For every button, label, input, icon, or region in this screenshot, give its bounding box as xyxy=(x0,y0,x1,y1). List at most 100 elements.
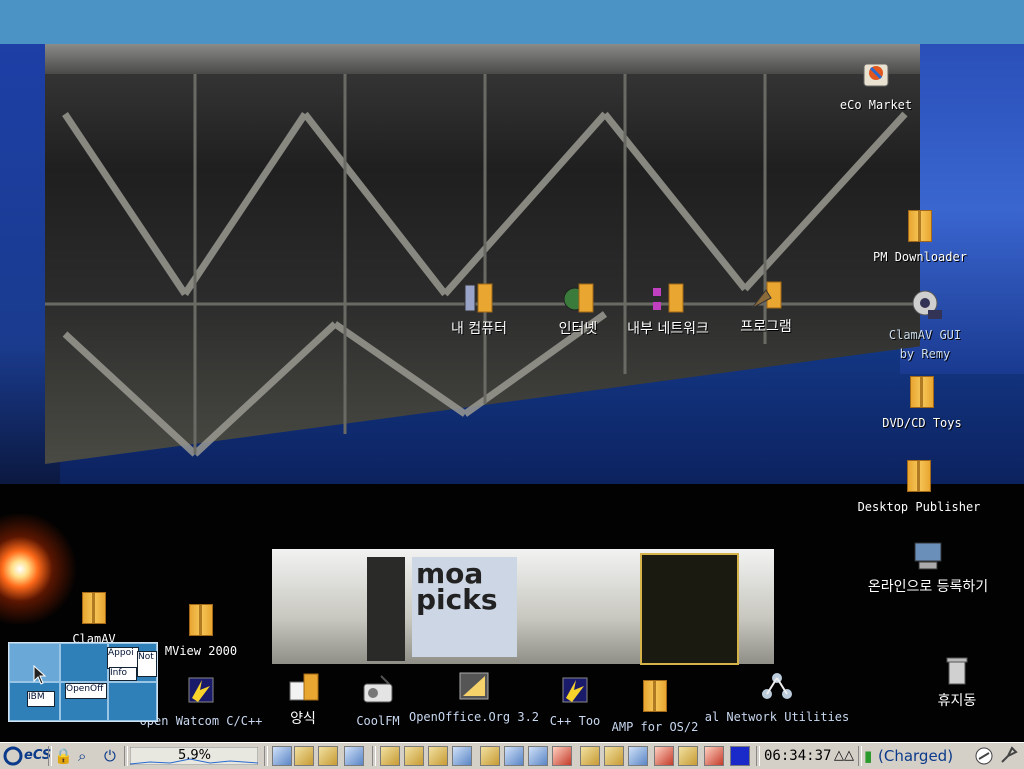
network-status-icon[interactable] xyxy=(974,746,994,766)
openoffice-glyph-icon xyxy=(459,672,489,700)
taskbar-separator xyxy=(858,746,862,766)
task-11-icon[interactable] xyxy=(628,746,648,766)
cpp-tools-glyph-icon xyxy=(562,677,588,703)
radio-icon xyxy=(363,675,393,703)
task-7-icon[interactable] xyxy=(528,746,548,766)
taskbar-separator xyxy=(264,746,268,766)
clamav-icon[interactable]: ClamAV xyxy=(56,592,132,649)
trash-icon[interactable]: 휴지동 xyxy=(926,654,988,711)
desktop[interactable]: moa picks eCo Market PM Downloader ClamA… xyxy=(0,44,1024,742)
pager-desktop-2[interactable] xyxy=(59,643,109,683)
cpp-tools-label: C++ Too xyxy=(549,714,601,728)
programs-icon[interactable]: 프로그램 xyxy=(732,280,800,337)
templates-glyph-icon xyxy=(289,673,319,701)
mview-icon[interactable]: MView 2000 xyxy=(156,604,246,661)
pager-window-openoff[interactable]: OpenOff xyxy=(65,683,107,699)
lock-icon[interactable]: 🔒 xyxy=(54,745,73,767)
task-13-icon[interactable] xyxy=(678,746,698,766)
clamav-gui-label: ClamAV GUI xyxy=(888,328,962,342)
taskbar-separator xyxy=(124,746,128,766)
task-1-icon[interactable] xyxy=(380,746,400,766)
pm-downloader-icon[interactable]: PM Downloader xyxy=(862,210,978,267)
cpp-tools-icon[interactable]: C++ Too xyxy=(544,674,606,731)
alarm-icon[interactable]: △△ xyxy=(834,745,854,767)
pin-icon[interactable] xyxy=(998,746,1018,766)
gallery-wall xyxy=(367,557,405,661)
gallery-door xyxy=(640,553,739,665)
pager-desktop-6[interactable] xyxy=(107,681,157,721)
task-15-icon[interactable] xyxy=(730,746,750,766)
templates-icon[interactable]: 양식 xyxy=(278,672,328,729)
computer-icon xyxy=(914,542,942,570)
desktop-publisher-label: Desktop Publisher xyxy=(857,500,981,514)
amp-folder-icon xyxy=(643,680,667,712)
dvd-cd-toys-folder-icon xyxy=(910,376,934,408)
programs-label: 프로그램 xyxy=(740,319,792,335)
clamav-folder-icon xyxy=(82,592,106,624)
pager-window-info[interactable]: Info xyxy=(109,667,137,681)
taskbar-separator xyxy=(48,746,52,766)
taskbar-separator xyxy=(756,746,760,766)
trash-label: 휴지동 xyxy=(937,693,977,709)
dvd-cd-toys-icon[interactable]: DVD/CD Toys xyxy=(876,376,968,433)
eco-market-icon[interactable]: eCo Market xyxy=(836,58,916,115)
dvd-cd-toys-label: DVD/CD Toys xyxy=(882,416,962,430)
coolfm-icon[interactable]: CoolFM xyxy=(352,674,404,731)
wallpaper-roof xyxy=(45,44,920,74)
eco-market-label: eCo Market xyxy=(839,98,913,112)
cpu-usage: 5.9% xyxy=(178,748,212,763)
network-icon xyxy=(653,283,684,313)
pm-downloader-folder-icon xyxy=(908,210,932,242)
register-online-label: 온라인으로 등록하기 xyxy=(867,579,989,595)
task-8-icon[interactable] xyxy=(552,746,572,766)
clamav-gui-icon[interactable]: ClamAV GUI by Remy xyxy=(884,288,966,364)
mview-label: MView 2000 xyxy=(164,644,238,658)
task-12-icon[interactable] xyxy=(654,746,674,766)
launch-app-1-icon[interactable] xyxy=(294,746,314,766)
local-network-label: 내부 네트워크 xyxy=(627,321,709,337)
poster-text-2: picks xyxy=(416,583,498,616)
amp-icon[interactable]: AMP for OS/2 xyxy=(606,680,704,737)
window-list-icon[interactable] xyxy=(272,746,292,766)
internet-label: 인터넷 xyxy=(558,321,598,337)
my-computer-icon[interactable]: 내 컴퓨터 xyxy=(442,282,516,339)
launch-app-3-icon[interactable] xyxy=(344,746,364,766)
virtual-desktop-pager[interactable]: Appoi Not Info IBM OpenOff xyxy=(8,642,158,722)
clamav-gui-label-2: by Remy xyxy=(899,347,951,361)
task-2-icon[interactable] xyxy=(404,746,424,766)
my-computer-label: 내 컴퓨터 xyxy=(451,321,507,337)
task-10-icon[interactable] xyxy=(604,746,624,766)
task-6-icon[interactable] xyxy=(504,746,524,766)
tools-icon xyxy=(751,281,782,309)
local-network-icon[interactable]: 내부 네트워크 xyxy=(618,282,718,339)
open-watcom-glyph-icon xyxy=(188,677,214,703)
search-icon[interactable]: ⌕ xyxy=(78,745,86,767)
pager-window-not[interactable]: Not xyxy=(137,651,157,677)
task-4-icon[interactable] xyxy=(452,746,472,766)
pager-window-appoi[interactable]: Appoi xyxy=(107,647,139,669)
task-5-icon[interactable] xyxy=(480,746,500,766)
gallery-poster: moa picks xyxy=(412,557,517,657)
internet-icon[interactable]: 인터넷 xyxy=(548,282,608,339)
battery-icon[interactable]: ▮ xyxy=(864,745,872,767)
network-utilities-icon[interactable]: al Network Utilities xyxy=(700,670,854,727)
task-14-icon[interactable] xyxy=(704,746,724,766)
pager-window-ibm[interactable]: IBM xyxy=(27,691,55,707)
register-online-icon[interactable]: 온라인으로 등록하기 xyxy=(852,540,1004,597)
task-9-icon[interactable] xyxy=(580,746,600,766)
openoffice-icon[interactable]: OpenOffice.Org 3.2 xyxy=(404,670,544,727)
power-icon[interactable]: ⏻ xyxy=(104,745,116,767)
ecs-logo-icon[interactable] xyxy=(3,746,23,766)
clock[interactable]: 06:34:37 xyxy=(764,745,831,767)
clamav-gui-glyph-icon xyxy=(912,290,942,319)
desktop-publisher-icon[interactable]: Desktop Publisher xyxy=(853,460,985,517)
network-utilities-glyph-icon xyxy=(762,673,792,699)
battery-status[interactable]: (Charged) xyxy=(878,745,953,767)
pm-downloader-label: PM Downloader xyxy=(873,250,967,264)
launch-app-2-icon[interactable] xyxy=(318,746,338,766)
task-3-icon[interactable] xyxy=(428,746,448,766)
globe-icon xyxy=(563,283,594,313)
mview-folder-icon xyxy=(189,604,213,636)
my-computer-glyph-icon xyxy=(464,283,493,313)
eco-market-glyph-icon xyxy=(863,63,889,87)
